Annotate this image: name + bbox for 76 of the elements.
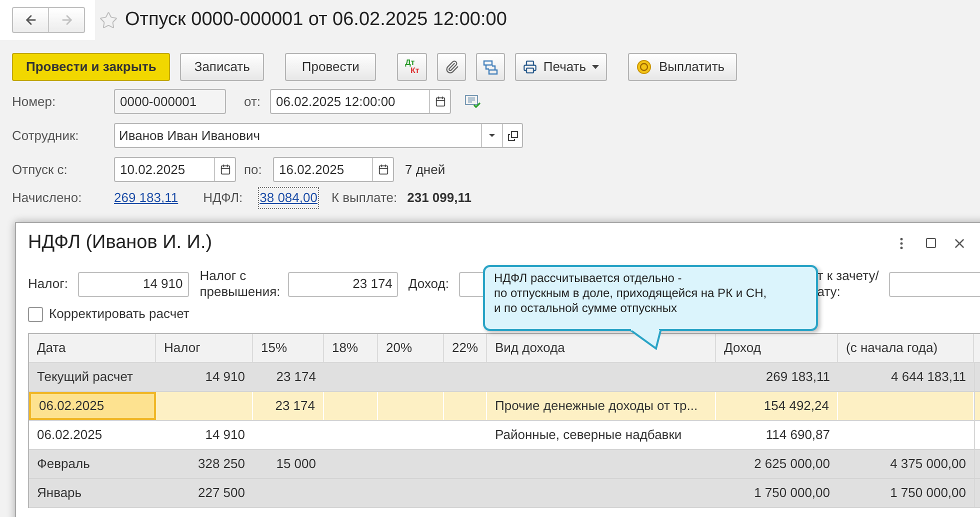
caret-icon [592,65,600,69]
employee-label: Сотрудник: [12,126,80,145]
table-cell: 06.02.2025 [29,392,156,420]
offset-label: т к зачету/ ату: [817,268,880,300]
vacation-to-label: по: [244,160,263,179]
table-cell-text: 4 375 000,00 [889,455,967,474]
days-count: 7 дней [405,160,446,179]
column-header[interactable]: 15% [253,334,324,362]
table-cell-text: Февраль [36,455,91,474]
table-cell-text: 06.02.2025 [36,426,104,444]
table-row[interactable]: Текущий расчет 14 910 23 174 269 183,11 4 644 183,11 [29,363,980,392]
star-icon[interactable] [99,10,118,30]
column-header[interactable]: Доход [716,334,838,362]
column-header[interactable]: 22% [444,334,487,362]
table-cell-text: 269 183,11 [764,368,831,386]
income-label: Доход: [408,275,450,294]
number-label: Номер: [12,92,57,111]
table-cell-text: 14 910 [204,426,246,444]
checkbox[interactable] [28,306,43,322]
table-cell-text: Текущий расчет [36,368,134,386]
coin-icon [637,60,652,74]
checkbox-label: Корректировать расчет [49,305,190,324]
table-cell-text: 2 625 000,00 [753,455,831,474]
column-header[interactable]: Налог [156,334,253,362]
pay-button[interactable]: Выплатить [628,53,738,81]
window-title: Отпуск 0000-000001 от 06.02.2025 12:00:00 [125,8,507,32]
dialog-title: НДФЛ (Иванов И. И.) [28,230,214,255]
table-row[interactable]: 06.02.2025 23 174 Прочие денежные доходы от тр... 154 492,24 [29,392,980,421]
post-and-close-button[interactable]: Провести и закрыть [12,53,170,81]
payout-amount: 231 099,11 [407,189,472,208]
table-cell-text: Районные, северные надбавки [494,426,683,444]
column-header[interactable]: 20% [378,334,444,362]
table-cell-text: Январь [36,484,83,502]
column-header[interactable]: 18% [324,334,378,362]
table-cell-text: 23 174 [275,368,317,386]
structure-button[interactable] [476,53,506,81]
tax-field[interactable]: 14 910 [78,272,189,296]
print-button[interactable]: Печать [515,53,608,81]
payout-label: К выплате: [331,189,398,208]
attach-button[interactable] [437,53,466,81]
printer-icon [523,60,538,74]
table-cell-text: 4 644 183,11 [890,368,967,386]
table-cell-text: 227 500 [197,484,246,502]
table-cell-text: 1 750 000,00 [889,484,967,502]
table-cell-text: 328 250 [197,455,246,474]
tax-label: Налог: [28,275,69,294]
date-label: от: [244,92,262,111]
excess-tax-label: Налог с превышения: [200,268,282,300]
toolbar-button[interactable]: Записать [180,53,264,81]
column-header[interactable]: Дата [29,334,156,362]
accrued-link[interactable]: 269 183,11 [114,188,178,208]
table-cell-text: 14 910 [204,368,246,386]
table-cell-text: 114 690,87 [764,426,831,444]
vacation-from-label: Отпуск с: [12,160,68,179]
document-check-icon [465,95,481,108]
table-row[interactable]: Январь 227 500 1 750 000,00 1 750 000,00 [29,479,980,508]
tooltip-text: НДФЛ рассчитывается отдельно - по отпускным в доле, приходящейся на РК и СН, и по остальной сумме отпускных [494,271,767,316]
accrued-label: Начислено: [12,189,83,208]
number-field[interactable]: 0000-000001 [115,90,225,113]
structure-icon [483,60,498,74]
ndfl-link[interactable]: 38 084,00 [258,188,318,208]
maximize-icon[interactable] [925,237,937,249]
ndfl-label: НДФЛ: [203,189,243,208]
table-row[interactable]: 06.02.2025 14 910 Районные, северные надбавки 114 690,87 [29,421,980,450]
table-cell: Прочие денежные доходы от тр... [487,392,716,420]
table-cell-text: 15 000 [275,455,317,474]
toolbar-button[interactable]: Провести [284,53,376,81]
excess-tax-field[interactable]: 23 174 [288,272,398,296]
table-cell: 23 174 [253,392,324,420]
offset-field[interactable] [889,272,980,296]
paperclip-icon [444,60,459,74]
table-cell-text: 1 750 000,00 [753,484,831,502]
debit-credit-button[interactable]: Дт Кт [397,53,428,81]
table-cell: 154 492,24 [716,392,838,420]
table-row[interactable]: Февраль 328 250 15 000 2 625 000,00 4 375 000,00 [29,450,980,479]
column-header[interactable]: (с начала года) [838,334,974,362]
